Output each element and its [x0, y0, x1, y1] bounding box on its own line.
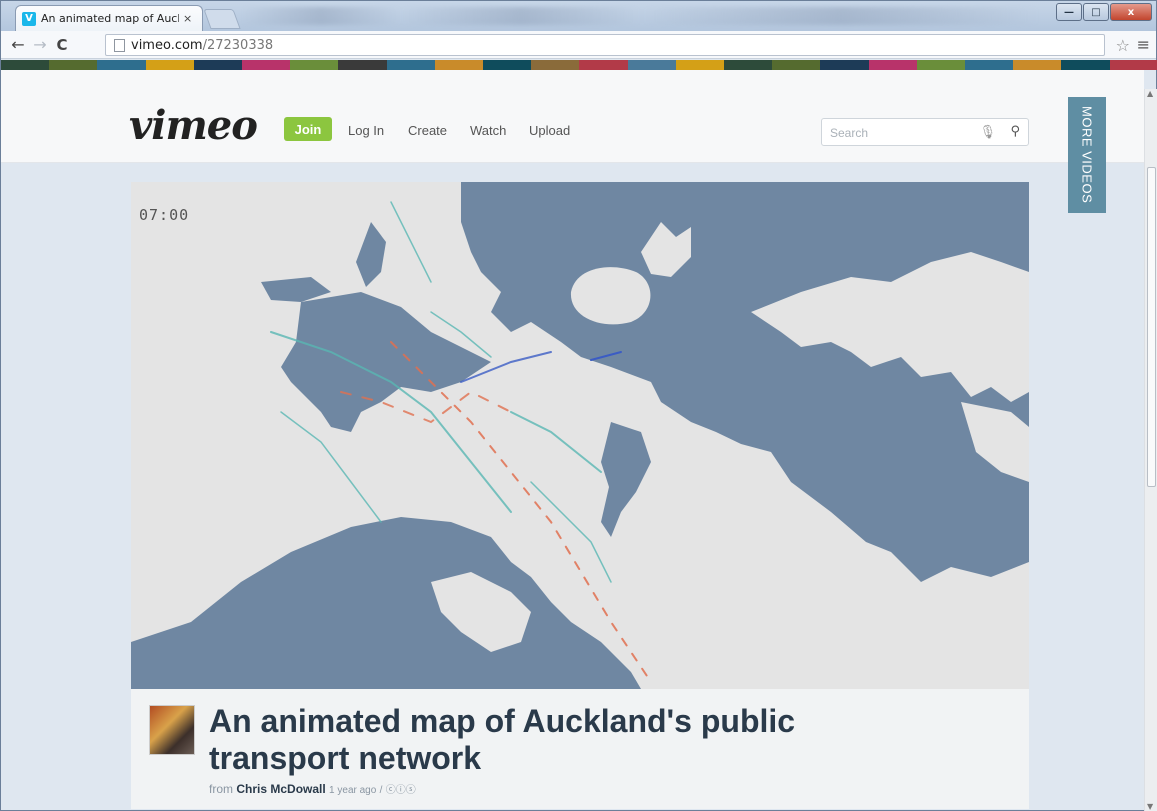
page-icon [114, 38, 125, 52]
scroll-thumb[interactable] [1147, 167, 1156, 487]
stripe-segment [675, 60, 725, 70]
stripe-segment [1061, 60, 1110, 70]
creative-commons-icons[interactable]: ⓒⓘⓢ [386, 785, 416, 796]
stripe-segment [627, 60, 676, 70]
address-bar[interactable]: vimeo.com/27230338 [105, 34, 1105, 56]
author-avatar[interactable] [149, 705, 195, 755]
stripe-segment [1109, 60, 1157, 70]
author-link[interactable]: Chris McDowall [236, 782, 325, 796]
join-button[interactable]: Join [284, 117, 332, 141]
from-label: from [209, 782, 233, 796]
search-input[interactable]: Search [830, 126, 868, 140]
scroll-down-arrow-icon[interactable]: ▼ [1147, 802, 1153, 811]
video-player[interactable]: 07:00 [131, 182, 1029, 689]
forward-button[interactable]: → [29, 35, 51, 54]
browser-toolbar: ← → C vimeo.com/27230338 ☆ ≡ [1, 31, 1156, 59]
browser-window: V An animated map of Auckland's public t… [0, 0, 1157, 811]
stripe-segment [820, 60, 869, 70]
scroll-up-arrow-icon[interactable]: ▲ [1147, 89, 1153, 98]
minimize-button[interactable]: — [1056, 3, 1082, 21]
stripe-segment [965, 60, 1014, 70]
stripe-segment [579, 60, 628, 70]
vimeo-color-stripe [1, 60, 1157, 70]
stripe-segment [242, 60, 291, 70]
bookmark-star-icon[interactable]: ☆ [1116, 36, 1130, 55]
vimeo-logo[interactable]: vimeo [129, 102, 258, 149]
stripe-segment [1013, 60, 1062, 70]
reload-button[interactable]: C [51, 36, 73, 54]
title-bar: V An animated map of Auckland's public t… [1, 1, 1156, 31]
stripe-segment [193, 60, 243, 70]
video-byline: from Chris McDowall 1 year ago / ⓒⓘⓢ [209, 781, 416, 796]
nav-watch[interactable]: Watch [470, 123, 506, 138]
back-button[interactable]: ← [7, 35, 29, 54]
stripe-segment [338, 60, 387, 70]
new-tab-button[interactable] [203, 9, 241, 29]
video-age: 1 year ago [329, 785, 377, 796]
search-icon[interactable]: ⚲ [1010, 124, 1020, 139]
island-rangitoto [570, 267, 651, 325]
license-separator: / [379, 785, 383, 796]
window-controls: — □ x [1055, 3, 1152, 21]
video-title: An animated map of Auckland's public tra… [209, 703, 796, 776]
nav-create[interactable]: Create [408, 123, 447, 138]
microphone-icon[interactable]: 🎙 [979, 125, 996, 140]
stripe-segment [916, 60, 966, 70]
stripe-segment [49, 60, 98, 70]
auckland-map [131, 182, 1029, 689]
stripe-segment [772, 60, 821, 70]
video-timestamp: 07:00 [139, 206, 190, 224]
stripe-segment [1, 60, 50, 70]
stripe-segment [97, 60, 146, 70]
stripe-segment [483, 60, 532, 70]
nav-upload[interactable]: Upload [529, 123, 570, 138]
nav-login[interactable]: Log In [348, 123, 384, 138]
stripe-segment [290, 60, 339, 70]
maximize-button[interactable]: □ [1083, 3, 1109, 21]
browser-menu-icon[interactable]: ≡ [1137, 35, 1150, 54]
browser-tab-active[interactable]: V An animated map of Auckland's public t… [15, 5, 203, 31]
stripe-segment [386, 60, 435, 70]
more-videos-tab[interactable]: MORE VIDEOS [1068, 97, 1106, 213]
blurred-title-area [241, 7, 1041, 25]
vertical-scrollbar[interactable]: ▲ ▼ [1144, 89, 1157, 811]
stripe-segment [145, 60, 194, 70]
url-path: /27230338 [202, 37, 274, 53]
close-window-button[interactable]: x [1110, 3, 1152, 21]
url-host: vimeo.com [131, 37, 203, 53]
stripe-segment [868, 60, 917, 70]
vimeo-header: vimeo Join Log In Create Watch Upload Se… [1, 70, 1144, 163]
search-box[interactable]: Search 🎙 ⚲ [821, 118, 1029, 146]
stripe-segment [434, 60, 484, 70]
vimeo-favicon-icon: V [22, 11, 36, 26]
tab-title: An animated map of Auckland's public tra… [41, 12, 179, 25]
stripe-segment [724, 60, 773, 70]
tab-close-icon[interactable]: × [183, 12, 192, 25]
stripe-segment [531, 60, 580, 70]
